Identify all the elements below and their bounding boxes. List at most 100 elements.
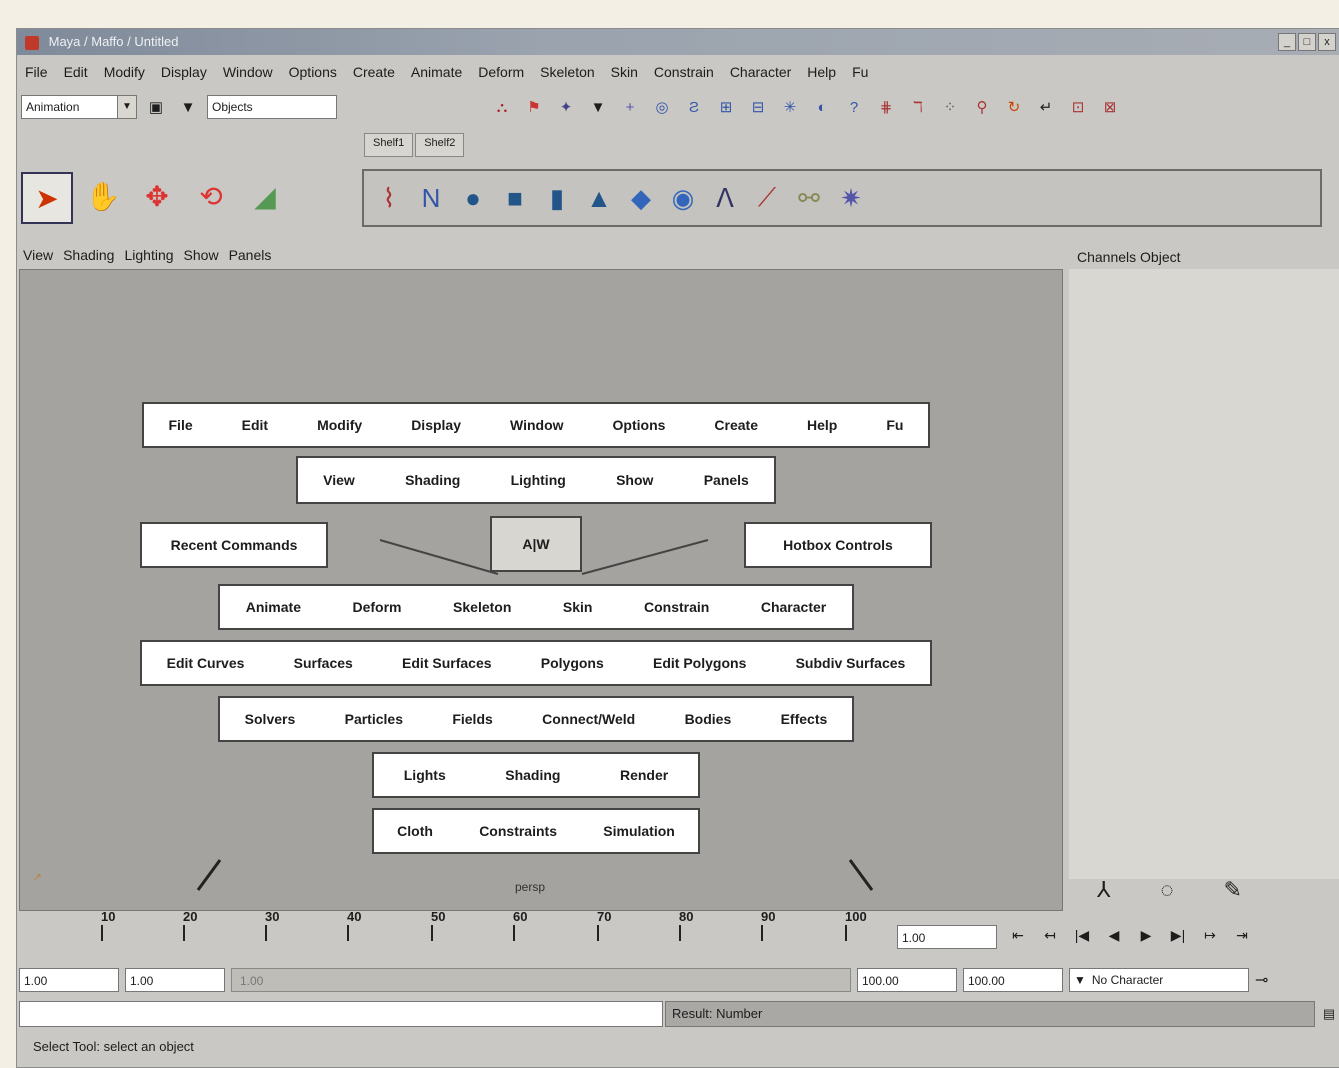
script-editor-icon[interactable]: ▤ — [1319, 1001, 1339, 1027]
hotbox-controls[interactable]: Hotbox Controls — [744, 522, 932, 568]
paint-tool-icon[interactable]: ✎ — [1224, 877, 1242, 903]
mask-chevron-icon[interactable]: ▼ — [585, 93, 611, 121]
hotbox-item-modify[interactable]: Modify — [317, 417, 362, 433]
menu-help[interactable]: Help — [799, 64, 844, 80]
torus-icon[interactable]: ◉ — [664, 177, 702, 219]
menu-create[interactable]: Create — [345, 64, 403, 80]
particle-icon[interactable]: ✷ — [832, 177, 870, 219]
hotbox-item-lights[interactable]: Lights — [404, 767, 446, 783]
snap-point-icon[interactable]: ⁘ — [937, 93, 963, 121]
hotbox-item-display[interactable]: Display — [411, 417, 461, 433]
hotbox-item-skeleton[interactable]: Skeleton — [453, 599, 511, 615]
lasso-tool-icon[interactable]: ✋ — [79, 172, 127, 220]
select-mode-field[interactable]: Objects — [207, 95, 337, 119]
construction-history-icon[interactable]: ↻ — [1001, 93, 1027, 121]
hotbox-item-deform[interactable]: Deform — [353, 599, 402, 615]
panel-menu-shading[interactable]: Shading — [63, 247, 114, 263]
hotbox-item-lighting[interactable]: Lighting — [511, 472, 566, 488]
selection-mode-chevron-icon[interactable]: ▼ — [175, 93, 201, 121]
hotbox-item-connect-weld[interactable]: Connect/Weld — [542, 711, 635, 727]
joint-icon[interactable]: ⴷ — [706, 177, 744, 219]
hotbox-item-surfaces[interactable]: Surfaces — [294, 655, 353, 671]
hotbox-item-show[interactable]: Show — [616, 472, 653, 488]
menu-display[interactable]: Display — [153, 64, 215, 80]
hotbox-item-window[interactable]: Window — [510, 417, 564, 433]
mask-dynamics-icon[interactable]: ✳ — [777, 93, 803, 121]
current-frame-field[interactable]: 1.00 — [897, 925, 997, 949]
cylinder-icon[interactable]: ▮ — [538, 177, 576, 219]
rotate-tool-icon[interactable]: ⟲ — [187, 172, 235, 220]
go-to-end-icon[interactable]: ⇥ — [1231, 921, 1253, 949]
cv-curve-icon[interactable]: ⌇ — [370, 177, 408, 219]
select-by-hierarchy-icon[interactable]: ⛬ — [489, 93, 515, 121]
menu-window[interactable]: Window — [215, 64, 281, 80]
hotbox-item-help[interactable]: Help — [807, 417, 837, 433]
hotbox-item-cloth[interactable]: Cloth — [397, 823, 433, 839]
play-forwards-icon[interactable]: ▶ — [1135, 921, 1157, 949]
minimize-button[interactable]: _ — [1278, 33, 1296, 51]
menu-edit[interactable]: Edit — [56, 64, 96, 80]
playback-end-field[interactable]: 100.00 — [857, 968, 957, 992]
auto-key-icon[interactable]: ⊸ — [1255, 970, 1268, 990]
input-line-icon[interactable]: ↵ — [1033, 93, 1059, 121]
hotbox-item-render[interactable]: Render — [620, 767, 668, 783]
mask-surfaces-icon[interactable]: ⊞ — [713, 93, 739, 121]
hotbox-item-panels[interactable]: Panels — [704, 472, 749, 488]
hotbox-item-bodies[interactable]: Bodies — [685, 711, 732, 727]
hotbox-center-marking-menu[interactable]: A|W — [490, 516, 582, 572]
maximize-button[interactable]: □ — [1298, 33, 1316, 51]
plane-icon[interactable]: ◆ — [622, 177, 660, 219]
channel-box-header[interactable]: Channels Object — [1077, 249, 1181, 265]
step-back-key-icon[interactable]: ↤ — [1039, 921, 1061, 949]
menu-animate[interactable]: Animate — [403, 64, 470, 80]
cube-icon[interactable]: ■ — [496, 177, 534, 219]
menu-character[interactable]: Character — [722, 64, 799, 80]
hotbox-item-shading[interactable]: Shading — [405, 472, 460, 488]
panel-menu-show[interactable]: Show — [184, 247, 219, 263]
hotbox-item-create[interactable]: Create — [714, 417, 758, 433]
menu-deform[interactable]: Deform — [470, 64, 532, 80]
snap-view-plane-icon[interactable]: ⚲ — [969, 93, 995, 121]
menu-set-dropdown[interactable]: Animation ▼ — [21, 95, 137, 119]
step-forward-frame-icon[interactable]: ▶| — [1167, 921, 1189, 949]
hotbox-item-view[interactable]: View — [323, 472, 355, 488]
panel-menu-lighting[interactable]: Lighting — [124, 247, 173, 263]
soft-mod-icon[interactable]: ◌ — [1160, 877, 1173, 903]
step-forward-key-icon[interactable]: ↦ — [1199, 921, 1221, 949]
hotbox-item-file[interactable]: File — [169, 417, 193, 433]
select-by-object-icon[interactable]: ⚑ — [521, 93, 547, 121]
ik-spline-icon[interactable]: ⚯ — [790, 177, 828, 219]
animation-start-field[interactable]: 1.00 — [19, 968, 119, 992]
hotbox-item-edit-surfaces[interactable]: Edit Surfaces — [402, 655, 491, 671]
mask-misc-icon[interactable]: ? — [841, 93, 867, 121]
menu-constrain[interactable]: Constrain — [646, 64, 722, 80]
hotbox-recent-commands[interactable]: Recent Commands — [140, 522, 328, 568]
go-to-start-icon[interactable]: ⇤ — [1007, 921, 1029, 949]
play-backwards-icon[interactable]: ◀ — [1103, 921, 1125, 949]
step-back-frame-icon[interactable]: |◀ — [1071, 921, 1093, 949]
mask-rendering-icon[interactable]: ◐ — [809, 93, 835, 121]
hotbox-item-fu[interactable]: Fu — [886, 417, 903, 433]
hotbox-item-skin[interactable]: Skin — [563, 599, 593, 615]
render-frame-icon[interactable]: ⊡ — [1065, 93, 1091, 121]
hotbox-item-animate[interactable]: Animate — [246, 599, 301, 615]
menu-fu[interactable]: Fu — [844, 64, 876, 80]
hotbox-item-particles[interactable]: Particles — [345, 711, 403, 727]
hotbox-item-subdiv-surfaces[interactable]: Subdiv Surfaces — [796, 655, 906, 671]
ipr-render-icon[interactable]: ⊠ — [1097, 93, 1123, 121]
save-scene-icon[interactable]: ▣ — [143, 93, 169, 121]
ep-curve-icon[interactable]: N — [412, 177, 450, 219]
hotbox-item-edit-curves[interactable]: Edit Curves — [167, 655, 245, 671]
show-manipulator-icon[interactable]: ⅄ — [1097, 877, 1110, 903]
hotbox-item-constraints[interactable]: Constraints — [479, 823, 557, 839]
tab-shelf2[interactable]: Shelf2 — [415, 133, 465, 157]
hotbox-item-edit[interactable]: Edit — [242, 417, 268, 433]
menu-modify[interactable]: Modify — [96, 64, 153, 80]
hotbox-item-polygons[interactable]: Polygons — [541, 655, 604, 671]
mask-joints-icon[interactable]: ◎ — [649, 93, 675, 121]
time-slider[interactable]: 10 20 30 40 50 60 70 80 90 100 — [19, 909, 909, 957]
mask-curves-icon[interactable]: Ƨ — [681, 93, 707, 121]
mask-deformers-icon[interactable]: ⊟ — [745, 93, 771, 121]
hotbox-item-edit-polygons[interactable]: Edit Polygons — [653, 655, 746, 671]
range-slider[interactable]: 1.00 — [231, 968, 851, 992]
